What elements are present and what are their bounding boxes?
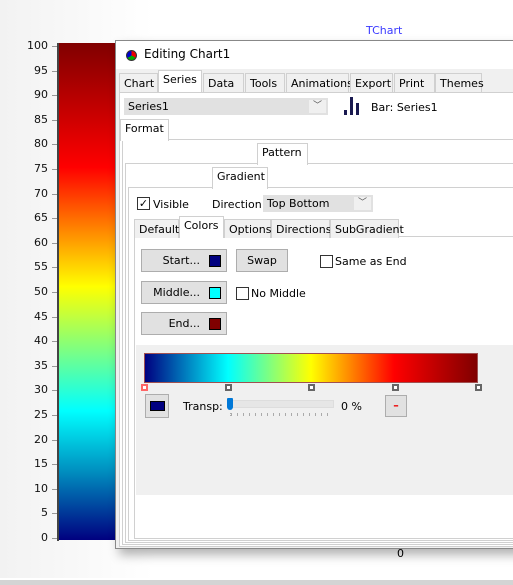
- chart-title: TChart: [366, 24, 403, 37]
- minus-icon: –: [393, 399, 399, 412]
- tab-data[interactable]: Data: [203, 73, 244, 92]
- tab-directions[interactable]: Directions: [271, 219, 331, 238]
- start-label: Start...: [162, 254, 200, 267]
- y-tick-label: 75: [34, 162, 48, 175]
- tab-pattern[interactable]: Pattern: [257, 143, 308, 165]
- transparency-value: 0 %: [341, 400, 362, 413]
- no-middle-checkbox[interactable]: [236, 287, 249, 300]
- y-tick-label: 100: [27, 39, 48, 52]
- direction-select[interactable]: Top Bottom ﹀: [263, 195, 373, 212]
- tab-themes[interactable]: Themes: [435, 73, 484, 92]
- direction-value: Top Bottom: [267, 197, 330, 210]
- no-middle-label: No Middle: [251, 287, 306, 300]
- gradient-stop-marker[interactable]: [475, 384, 482, 391]
- tab-gradient[interactable]: Gradient: [212, 167, 268, 189]
- status-divider: [0, 580, 513, 585]
- remove-stop-button[interactable]: –: [385, 395, 407, 417]
- end-color-button[interactable]: End...: [141, 312, 227, 335]
- y-tick-label: 85: [34, 112, 48, 126]
- y-tick-label: 55: [34, 260, 48, 274]
- y-tick-label: 15: [34, 457, 48, 471]
- swap-label: Swap: [247, 254, 277, 267]
- y-tick-label: 5: [41, 506, 48, 520]
- start-color-button[interactable]: Start...: [141, 249, 227, 272]
- dialog-title: Editing Chart1: [144, 47, 231, 61]
- tab-tools[interactable]: Tools: [245, 73, 285, 92]
- transparency-slider[interactable]: [227, 400, 334, 408]
- y-tick-label: 50: [34, 285, 48, 298]
- visible-checkbox[interactable]: ✓: [137, 197, 150, 210]
- y-tick-label: 80: [34, 137, 48, 151]
- series-select[interactable]: Series1 ﹀: [124, 98, 328, 115]
- gradient-editor: Transp: 0 % –: [136, 345, 513, 495]
- stop-color-button[interactable]: [145, 394, 169, 418]
- y-tick-label: 90: [34, 88, 48, 102]
- tab-export[interactable]: Export: [350, 73, 393, 92]
- series-type-label: Bar: Series1: [371, 101, 438, 114]
- tab-default[interactable]: Default: [134, 219, 179, 238]
- tab-animations[interactable]: Animations: [286, 73, 353, 92]
- same-as-end-label: Same as End: [335, 255, 407, 268]
- transparency-label: Transp:: [183, 400, 223, 413]
- tab-options[interactable]: Options: [224, 219, 271, 238]
- gradient-stop-marker[interactable]: [141, 384, 148, 391]
- bar-series-icon: [344, 97, 360, 115]
- y-tick-label: 35: [34, 358, 48, 372]
- end-color-swatch: [209, 318, 221, 330]
- gradient-stop-marker[interactable]: [308, 384, 315, 391]
- tab-subgradient[interactable]: SubGradient: [330, 219, 404, 238]
- teechart-logo-icon: [126, 50, 137, 61]
- gradient-preview[interactable]: [144, 353, 478, 383]
- y-tick-label: 30: [34, 383, 48, 397]
- y-tick-label: 65: [34, 211, 48, 225]
- series-select-value: Series1: [128, 100, 169, 113]
- end-label: End...: [168, 317, 200, 330]
- middle-label: Middle...: [153, 286, 200, 299]
- chevron-down-icon: ﹀: [354, 197, 371, 210]
- tab-print[interactable]: Print: [394, 73, 435, 92]
- title-bar[interactable]: Editing Chart1: [116, 41, 513, 69]
- middle-color-swatch: [209, 287, 221, 299]
- y-tick-label: 70: [34, 186, 48, 200]
- y-tick-label: 10: [34, 481, 48, 495]
- y-tick-label: 40: [34, 334, 48, 348]
- tab-series[interactable]: Series: [158, 70, 202, 92]
- editing-dialog: Editing Chart1 Chart Series Data Tools Anima…: [115, 40, 513, 549]
- tab-format[interactable]: Format: [120, 119, 169, 141]
- start-color-swatch: [209, 255, 221, 267]
- tab-chart[interactable]: Chart: [119, 73, 158, 92]
- slider-thumb[interactable]: [227, 398, 233, 410]
- gradient-stop-marker[interactable]: [224, 384, 232, 391]
- y-tick-label: 60: [34, 235, 48, 249]
- y-tick-label: 95: [34, 63, 48, 77]
- direction-label: Direction:: [212, 198, 266, 211]
- same-as-end-checkbox[interactable]: [320, 255, 333, 268]
- chevron-down-icon: ﹀: [309, 100, 326, 113]
- gradient-stop-marker[interactable]: [391, 384, 399, 391]
- y-tick-label: 25: [34, 408, 48, 421]
- middle-color-button[interactable]: Middle...: [141, 281, 227, 304]
- slider-ticks: [230, 413, 331, 416]
- visible-label: Visible: [153, 198, 189, 211]
- bar-series1[interactable]: [59, 43, 119, 540]
- y-tick-label: 20: [34, 432, 48, 446]
- swap-button[interactable]: Swap: [236, 249, 288, 272]
- tab-colors[interactable]: Colors: [179, 216, 224, 238]
- y-tick-label: 0: [41, 531, 48, 544]
- y-tick-label: 45: [34, 309, 48, 323]
